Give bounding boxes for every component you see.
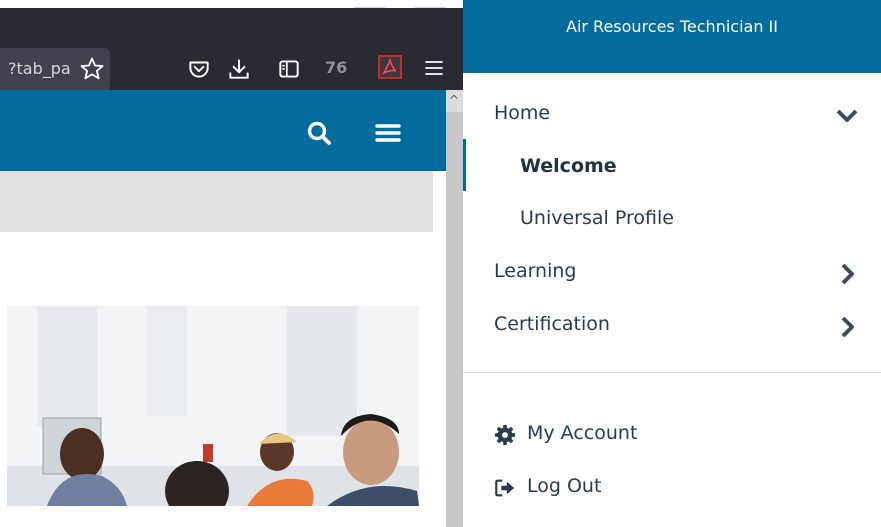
window-maximize-button[interactable] xyxy=(355,0,385,8)
nav-item-learning[interactable]: Learning xyxy=(463,250,881,296)
hamburger-icon[interactable] xyxy=(425,60,443,76)
my-account-label: My Account xyxy=(527,422,638,444)
log-out-label: Log Out xyxy=(527,475,602,497)
nav-item-label: Learning xyxy=(494,260,577,282)
hero-image xyxy=(7,306,419,506)
window-close-button[interactable] xyxy=(415,0,445,8)
scroll-up-arrow[interactable]: ^ xyxy=(446,90,463,112)
nav-item-label: Certification xyxy=(494,313,610,335)
star-icon[interactable] xyxy=(78,55,106,83)
site-header xyxy=(0,90,446,171)
nav-item-certification[interactable]: Certification xyxy=(463,303,881,349)
menu-icon[interactable] xyxy=(375,123,401,143)
nav-item-home[interactable]: Home xyxy=(463,92,881,138)
nav-item-label: Universal Profile xyxy=(520,207,674,229)
drawer-title: Air Resources Technician II xyxy=(566,17,778,36)
sign-out-icon xyxy=(495,479,515,497)
window-title-strip xyxy=(0,0,463,8)
gear-icon xyxy=(494,424,516,446)
nav-item-label: Home xyxy=(494,102,551,124)
browser-window: ?tab_pa 76 ^ xyxy=(0,0,463,527)
download-icon[interactable] xyxy=(226,56,252,82)
extension-badge-count[interactable]: 76 xyxy=(325,58,347,77)
url-bar[interactable]: ?tab_pa xyxy=(0,48,110,92)
nav-item-universal-profile[interactable]: Universal Profile xyxy=(463,197,881,243)
search-icon[interactable] xyxy=(306,120,332,146)
drawer-divider xyxy=(463,372,881,373)
browser-toolbar: ?tab_pa 76 xyxy=(0,8,463,92)
chevron-right-icon[interactable] xyxy=(835,315,859,339)
nav-drawer: Air Resources Technician II Home Welcome… xyxy=(463,0,881,527)
log-out-link[interactable]: Log Out xyxy=(463,469,881,509)
pdf-icon[interactable] xyxy=(378,55,402,79)
pocket-icon[interactable] xyxy=(186,56,212,82)
chevron-right-icon[interactable] xyxy=(835,262,859,286)
nav-item-label: Welcome xyxy=(520,155,617,177)
drawer-header: Air Resources Technician II xyxy=(463,0,881,73)
subheader-band xyxy=(0,171,433,232)
url-text[interactable]: ?tab_pa xyxy=(8,59,71,78)
chevron-down-icon[interactable] xyxy=(835,104,859,128)
sidebar-icon[interactable] xyxy=(276,56,302,82)
nav-item-welcome[interactable]: Welcome xyxy=(463,145,881,191)
page-scrollbar[interactable]: ^ xyxy=(446,90,463,527)
my-account-link[interactable]: My Account xyxy=(463,416,881,456)
